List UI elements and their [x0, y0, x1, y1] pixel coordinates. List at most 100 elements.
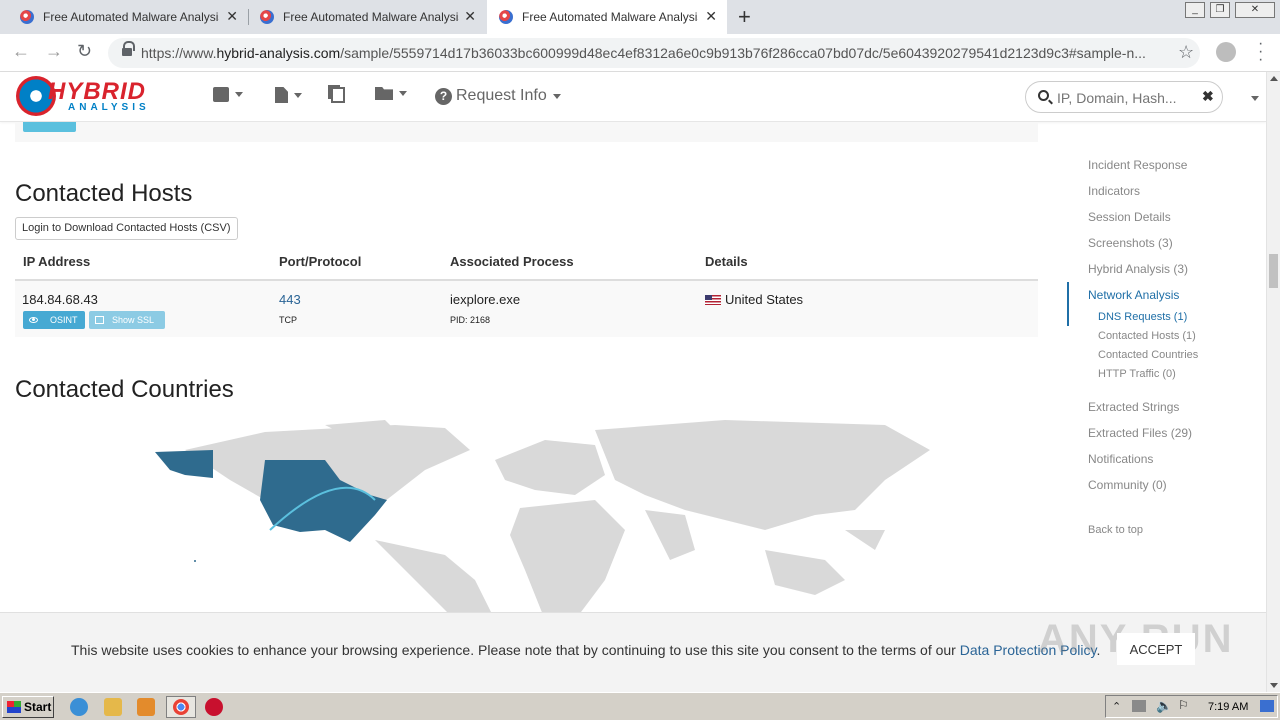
- download-csv-button[interactable]: Login to Download Contacted Hosts (CSV): [15, 217, 238, 240]
- windows-taskbar: Start ⌃ 🔈 ⚐ 7:19 AM: [0, 692, 1280, 720]
- tab-title: Free Automated Malware Analysis Se: [283, 10, 459, 24]
- cookie-banner: This website uses cookies to enhance you…: [0, 612, 1266, 692]
- submit-menu[interactable]: [275, 87, 302, 103]
- column-header-port: Port/Protocol: [279, 254, 362, 269]
- browser-tab-strip: Free Automated Malware Analysis Se ✕ Fre…: [0, 0, 1280, 34]
- osint-badge-partial[interactable]: [23, 122, 76, 132]
- taskbar-clock: 7:19 AM: [1208, 701, 1249, 713]
- flag-icon[interactable]: ⚐: [1178, 698, 1189, 712]
- osint-button[interactable]: OSINT: [23, 311, 85, 329]
- browser-toolbar: ← → ↻ https://www.hybrid-analysis.com/sa…: [0, 34, 1280, 72]
- reload-icon[interactable]: ↻: [77, 41, 92, 62]
- collections-menu[interactable]: [375, 87, 407, 100]
- sidebar-item-notifications[interactable]: Notifications: [1088, 452, 1153, 466]
- network-icon[interactable]: [1132, 700, 1146, 712]
- profile-avatar-icon[interactable]: [1216, 42, 1236, 62]
- minimize-window-icon[interactable]: _: [1185, 2, 1205, 18]
- close-window-icon[interactable]: ✕: [1235, 2, 1275, 18]
- close-icon[interactable]: ✕: [226, 8, 238, 25]
- site-header: HYBRID ANALYSIS ? Request Info ✖: [0, 72, 1266, 122]
- volume-icon[interactable]: 🔈: [1156, 698, 1172, 714]
- contacted-hosts-title: Contacted Hosts: [15, 180, 193, 207]
- sidebar-item-session-details[interactable]: Session Details: [1088, 210, 1171, 224]
- site-search: ✖: [1025, 81, 1223, 113]
- sidebar-item-incident-response[interactable]: Incident Response: [1088, 158, 1187, 172]
- browser-favicon-icon: [20, 10, 34, 24]
- forward-arrow-icon[interactable]: →: [45, 41, 63, 62]
- page-scrollbar[interactable]: [1266, 72, 1280, 692]
- warning-app-icon[interactable]: [205, 698, 223, 716]
- certificate-icon: [95, 316, 104, 324]
- url-text[interactable]: https://www.hybrid-analysis.com/sample/5…: [141, 45, 1166, 61]
- file-explorer-icon[interactable]: [104, 698, 122, 716]
- accept-cookies-button[interactable]: ACCEPT: [1117, 633, 1195, 665]
- cookie-message: This website uses cookies to enhance you…: [71, 642, 1101, 658]
- sidebar-item-network-analysis[interactable]: Network Analysis: [1088, 288, 1179, 302]
- scroll-up-arrow-icon[interactable]: [1270, 76, 1278, 81]
- column-header-process: Associated Process: [450, 254, 574, 269]
- sidebar-subitem-http-traffic[interactable]: HTTP Traffic (0): [1098, 368, 1176, 380]
- address-bar[interactable]: https://www.hybrid-analysis.com/sample/5…: [108, 38, 1200, 68]
- show-ssl-button[interactable]: Show SSL: [89, 311, 165, 329]
- browser-tab-1[interactable]: Free Automated Malware Analysis Se ✕: [0, 0, 248, 34]
- sidebar-subitem-dns-requests[interactable]: DNS Requests (1): [1098, 311, 1187, 323]
- column-header-ip: IP Address: [23, 254, 91, 269]
- user-menu-chevron-icon[interactable]: [1251, 96, 1259, 101]
- search-input[interactable]: [1057, 88, 1197, 108]
- scrollbar-thumb[interactable]: [1269, 254, 1278, 288]
- search-icon[interactable]: [1038, 90, 1049, 101]
- scroll-down-arrow-icon[interactable]: [1270, 683, 1278, 688]
- table-row: 184.84.68.43 OSINT Show SSL 443 TCP iexp…: [15, 281, 1038, 337]
- chevron-down-icon: [235, 92, 243, 97]
- sidebar-item-screenshots[interactable]: Screenshots (3): [1088, 236, 1173, 250]
- request-info-menu[interactable]: ? Request Info: [435, 87, 561, 105]
- media-player-icon[interactable]: [137, 698, 155, 716]
- bookmark-star-icon[interactable]: ☆: [1178, 42, 1194, 63]
- back-arrow-icon[interactable]: ←: [12, 41, 30, 62]
- process-name: iexplore.exe: [450, 292, 521, 307]
- tab-title: Free Automated Malware Analysis Se: [43, 10, 219, 24]
- sidebar-subitem-contacted-hosts[interactable]: Contacted Hosts (1): [1098, 330, 1196, 342]
- new-tab-plus-icon[interactable]: +: [738, 4, 751, 30]
- logo-text-bottom: ANALYSIS: [68, 102, 150, 113]
- country-detail: United States: [705, 292, 803, 307]
- start-button[interactable]: Start: [2, 696, 54, 718]
- browser-tab-2[interactable]: Free Automated Malware Analysis Se ✕: [248, 0, 486, 34]
- world-map[interactable]: [125, 420, 930, 620]
- previous-section-row: [15, 122, 1038, 142]
- cube-icon: [213, 87, 229, 102]
- show-desktop-icon[interactable]: [1260, 700, 1274, 712]
- sidebar-item-community[interactable]: Community (0): [1088, 478, 1167, 492]
- browser-tab-3-active[interactable]: Free Automated Malware Analysis Se ✕: [487, 0, 727, 34]
- windows-logo-icon: [7, 701, 21, 713]
- alaska-region[interactable]: [155, 450, 213, 478]
- reports-menu[interactable]: [331, 87, 345, 103]
- sidebar-item-extracted-strings[interactable]: Extracted Strings: [1088, 400, 1179, 414]
- back-to-top-link[interactable]: Back to top: [1088, 524, 1143, 536]
- close-icon[interactable]: ✕: [705, 8, 717, 25]
- copy-files-icon: [331, 87, 345, 103]
- hybrid-analysis-logo[interactable]: HYBRID ANALYSIS: [16, 76, 186, 118]
- sidebar-item-hybrid-analysis[interactable]: Hybrid Analysis (3): [1088, 262, 1188, 276]
- browser-menu-icon[interactable]: · · ·: [1258, 36, 1263, 68]
- sidebar-item-extracted-files[interactable]: Extracted Files (29): [1088, 426, 1192, 440]
- chevron-down-icon: [552, 93, 561, 99]
- tray-expand-icon[interactable]: ⌃: [1112, 700, 1121, 713]
- restore-window-icon[interactable]: ❐: [1210, 2, 1230, 18]
- sandbox-menu[interactable]: [213, 87, 243, 102]
- question-circle-icon: ?: [435, 87, 452, 105]
- show-ssl-label: Show SSL: [112, 315, 155, 325]
- close-icon[interactable]: ✕: [464, 8, 476, 25]
- port-link[interactable]: 443: [279, 292, 301, 307]
- folder-icon: [375, 87, 393, 100]
- lock-icon: [122, 41, 135, 58]
- chrome-taskbar-button[interactable]: [166, 696, 196, 718]
- osint-label: OSINT: [50, 315, 78, 325]
- sidebar-subitem-contacted-countries[interactable]: Contacted Countries: [1098, 349, 1198, 361]
- clear-search-icon[interactable]: ✖: [1202, 88, 1214, 105]
- column-header-details: Details: [705, 254, 748, 269]
- internet-explorer-icon[interactable]: [70, 698, 88, 716]
- sidebar-item-indicators[interactable]: Indicators: [1088, 184, 1140, 198]
- main-content: Contacted Hosts Login to Download Contac…: [15, 122, 1039, 622]
- chevron-down-icon: [399, 91, 407, 96]
